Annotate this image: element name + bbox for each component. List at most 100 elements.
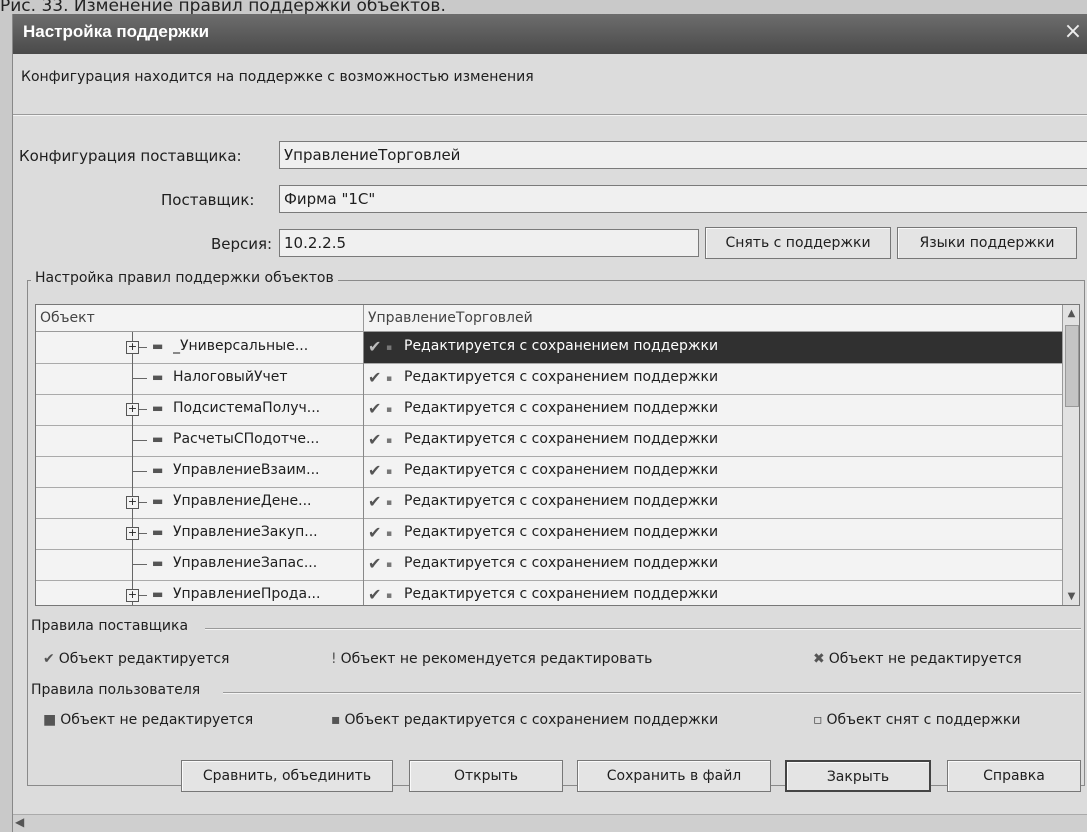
object-cell[interactable]: + ▬ УправлениеПрода... bbox=[36, 580, 363, 605]
object-cell[interactable]: ▬ РасчетыСПодотче... bbox=[36, 425, 363, 456]
object-name: УправлениеЗакуп... bbox=[173, 524, 318, 540]
tree-branch bbox=[133, 440, 147, 441]
object-cell[interactable]: + ▬ ПодсистемаПолуч... bbox=[36, 394, 363, 425]
support-rule-text: Редактируется с сохранением поддержки bbox=[404, 555, 719, 571]
object-name: УправлениеВзаим... bbox=[173, 462, 320, 478]
support-rule-cell[interactable]: ✔ ▪ Редактируется с сохранением поддержки bbox=[363, 425, 1063, 456]
vertical-scrollbar[interactable]: ▲ ▼ bbox=[1062, 305, 1079, 605]
table-row[interactable]: + ▬ _Универсальные... ✔ ▪ Редактируется с сох… bbox=[36, 332, 1063, 364]
expand-plus-icon[interactable]: + bbox=[126, 496, 139, 509]
expand-plus-icon[interactable]: + bbox=[126, 527, 139, 540]
object-cell[interactable]: ▬ УправлениеВзаим... bbox=[36, 456, 363, 487]
legend-user-not-editable: ■ Объект не редактируется bbox=[43, 712, 254, 728]
scroll-thumb[interactable] bbox=[1065, 325, 1079, 407]
lock-icon: ■ bbox=[43, 712, 57, 728]
legend-vendor-not-editable: ✖ Объект не редактируется bbox=[813, 651, 1022, 667]
subsystem-icon: ▬ bbox=[152, 432, 164, 446]
lock-partial-icon: ▪ bbox=[386, 498, 393, 508]
support-settings-dialog: Настройка поддержки × Конфигурация наход… bbox=[12, 14, 1087, 832]
lock-partial-icon: ▪ bbox=[386, 467, 393, 477]
object-cell[interactable]: ▬ УправлениеЗапас... bbox=[36, 549, 363, 580]
compare-merge-button[interactable]: Сравнить, объединить bbox=[181, 760, 393, 792]
expand-plus-icon[interactable]: + bbox=[126, 341, 139, 354]
object-name: РасчетыСПодотче... bbox=[173, 431, 320, 447]
table-row[interactable]: + ▬ УправлениеДене... ✔ ▪ Редактируется с сох… bbox=[36, 487, 1062, 519]
vendor-config-field[interactable]: УправлениеТорговлей bbox=[279, 141, 1087, 169]
check-icon: ✔ bbox=[368, 523, 382, 542]
support-rule-text: Редактируется с сохранением поддержки bbox=[404, 586, 719, 602]
support-rule-cell[interactable]: ✔ ▪ Редактируется с сохранением поддержки bbox=[363, 363, 1063, 394]
support-rule-cell[interactable]: ✔ ▪ Редактируется с сохранением поддержки bbox=[363, 518, 1063, 549]
tree-branch bbox=[133, 378, 147, 379]
unlocked-icon: ▫ bbox=[813, 712, 823, 728]
support-rule-cell[interactable]: ✔ ▪ Редактируется с сохранением поддержки bbox=[363, 394, 1063, 425]
object-name: НалоговыйУчет bbox=[173, 369, 288, 385]
support-status-text: Конфигурация находится на поддержке с во… bbox=[21, 69, 534, 85]
vendor-label: Поставщик: bbox=[161, 191, 255, 209]
objects-rules-table[interactable]: Объект УправлениеТорговлей + ▬ _Универсаль… bbox=[35, 304, 1080, 606]
check-icon: ✔ bbox=[368, 399, 382, 418]
help-button[interactable]: Справка bbox=[947, 760, 1081, 792]
support-languages-button[interactable]: Языки поддержки bbox=[897, 227, 1077, 259]
check-icon: ✔ bbox=[368, 492, 382, 511]
table-row[interactable]: ▬ УправлениеЗапас... ✔ ▪ Редактируется с сох… bbox=[36, 549, 1062, 581]
subsystem-icon: ▬ bbox=[152, 494, 164, 508]
title-bar[interactable]: Настройка поддержки × bbox=[13, 14, 1087, 54]
expand-plus-icon[interactable]: + bbox=[126, 403, 139, 416]
support-rule-cell[interactable]: ✔ ▪ Редактируется с сохранением поддержки bbox=[363, 549, 1063, 580]
support-rule-cell[interactable]: ✔ ▪ Редактируется с сохранением поддержки bbox=[363, 580, 1063, 605]
support-rule-cell[interactable]: ✔ ▪ Редактируется с сохранением поддержки bbox=[363, 332, 1063, 363]
support-rule-text: Редактируется с сохранением поддержки bbox=[404, 338, 719, 354]
column-header-object[interactable]: Объект bbox=[36, 305, 363, 331]
close-button[interactable]: Закрыть bbox=[785, 760, 931, 792]
table-header: Объект УправлениеТорговлей bbox=[36, 305, 1062, 332]
lock-partial-icon: ▪ bbox=[386, 436, 393, 446]
tree-branch bbox=[133, 564, 147, 565]
user-rules-separator bbox=[223, 692, 1081, 694]
cross-icon: ✖ bbox=[813, 651, 825, 667]
table-row[interactable]: + ▬ УправлениеЗакуп... ✔ ▪ Редактируется с со… bbox=[36, 518, 1062, 550]
table-row[interactable]: + ▬ ПодсистемаПолуч... ✔ ▪ Редактируется с со… bbox=[36, 394, 1062, 426]
version-label: Версия: bbox=[211, 235, 273, 253]
lock-partial-icon: ▪ bbox=[386, 405, 393, 415]
check-icon: ✔ bbox=[368, 554, 382, 573]
object-cell[interactable]: + ▬ _Универсальные... bbox=[36, 332, 363, 363]
support-rule-cell[interactable]: ✔ ▪ Редактируется с сохранением поддержки bbox=[363, 487, 1063, 518]
subsystem-icon: ▬ bbox=[152, 339, 164, 353]
object-name: УправлениеЗапас... bbox=[173, 555, 318, 571]
user-rules-title: Правила пользователя bbox=[31, 682, 201, 698]
check-icon: ✔ bbox=[368, 337, 382, 356]
column-header-config[interactable]: УправлениеТорговлей bbox=[363, 305, 1062, 331]
subsystem-icon: ▬ bbox=[152, 401, 164, 415]
legend-vendor-not-recommended: ! Объект не рекомендуется редактировать bbox=[331, 651, 653, 667]
support-rule-text: Редактируется с сохранением поддержки bbox=[404, 400, 719, 416]
legend-user-editable-with-support: ▪ Объект редактируется с сохранением подд… bbox=[331, 712, 719, 728]
remove-support-button[interactable]: Снять с поддержки bbox=[705, 227, 891, 259]
support-rule-cell[interactable]: ✔ ▪ Редактируется с сохранением поддержки bbox=[363, 456, 1063, 487]
table-row[interactable]: ▬ УправлениеВзаим... ✔ ▪ Редактируется с сох… bbox=[36, 456, 1062, 488]
check-icon: ✔ bbox=[43, 651, 55, 667]
table-row[interactable]: ▬ НалоговыйУчет ✔ ▪ Редактируется с сохранен… bbox=[36, 363, 1062, 395]
scroll-up-arrow-icon[interactable]: ▲ bbox=[1063, 305, 1079, 322]
object-name: УправлениеПрода... bbox=[173, 586, 321, 602]
object-cell[interactable]: ▬ НалоговыйУчет bbox=[36, 363, 363, 394]
object-name: ПодсистемаПолуч... bbox=[173, 400, 321, 416]
scroll-left-arrow-icon[interactable]: ◀ bbox=[15, 815, 24, 829]
version-field[interactable]: 10.2.2.5 bbox=[279, 229, 699, 257]
table-row[interactable]: + ▬ УправлениеПрода... ✔ ▪ Редактируется с со… bbox=[36, 580, 1063, 605]
lock-partial-icon: ▪ bbox=[386, 591, 393, 601]
lock-partial-icon: ▪ bbox=[386, 560, 393, 570]
check-icon: ✔ bbox=[368, 430, 382, 449]
save-to-file-button[interactable]: Сохранить в файл bbox=[577, 760, 771, 792]
table-row[interactable]: ▬ РасчетыСПодотче... ✔ ▪ Редактируется с сох… bbox=[36, 425, 1062, 457]
vendor-field[interactable]: Фирма "1С" bbox=[279, 185, 1087, 213]
open-button[interactable]: Открыть bbox=[409, 760, 563, 792]
separator bbox=[13, 114, 1087, 116]
horizontal-scrollbar[interactable]: ◀ bbox=[13, 814, 1087, 832]
subsystem-icon: ▬ bbox=[152, 463, 164, 477]
scroll-down-arrow-icon[interactable]: ▼ bbox=[1063, 588, 1079, 605]
close-window-button[interactable]: × bbox=[1060, 18, 1086, 46]
expand-plus-icon[interactable]: + bbox=[126, 589, 139, 602]
object-cell[interactable]: + ▬ УправлениеДене... bbox=[36, 487, 363, 518]
object-cell[interactable]: + ▬ УправлениеЗакуп... bbox=[36, 518, 363, 549]
